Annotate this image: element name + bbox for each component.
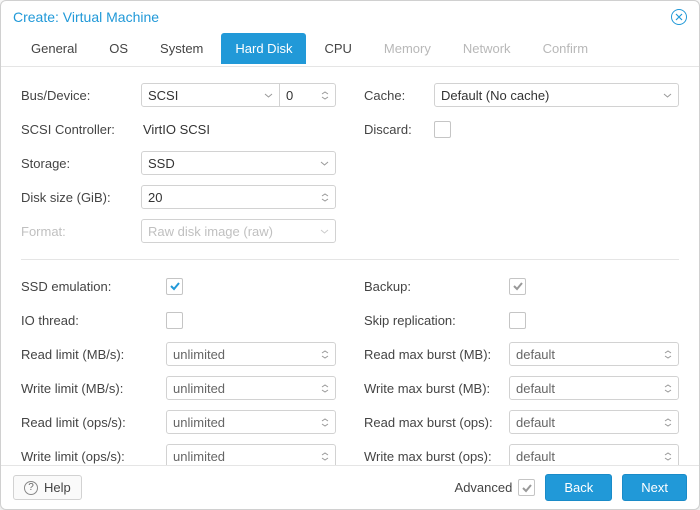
read-limit-mb-value: unlimited (173, 347, 225, 362)
bus-device-type-select[interactable]: SCSI (141, 83, 280, 107)
disk-size-spinner[interactable]: 20 (141, 185, 336, 209)
create-vm-window: Create: Virtual Machine General OS Syste… (0, 0, 700, 510)
tab-general[interactable]: General (17, 33, 91, 66)
write-limit-mb-input[interactable]: unlimited (166, 376, 336, 400)
footer: ? Help Advanced Back Next (1, 465, 699, 509)
read-burst-mb-label: Read max burst (MB): (364, 347, 509, 362)
skip-replication-checkbox[interactable] (509, 312, 526, 329)
window-title: Create: Virtual Machine (13, 9, 159, 25)
cache-select[interactable]: Default (No cache) (434, 83, 679, 107)
backup-label: Backup: (364, 279, 509, 294)
read-limit-ops-input[interactable]: unlimited (166, 410, 336, 434)
disk-size-label: Disk size (GiB): (21, 190, 141, 205)
backup-checkbox[interactable] (509, 278, 526, 295)
read-limit-ops-value: unlimited (173, 415, 225, 430)
close-icon[interactable] (671, 9, 687, 25)
chevron-down-icon (320, 229, 329, 234)
read-burst-mb-value: default (516, 347, 555, 362)
help-icon: ? (24, 481, 38, 495)
write-burst-ops-label: Write max burst (ops): (364, 449, 509, 464)
format-select: Raw disk image (raw) (141, 219, 336, 243)
bus-device-number-value: 0 (286, 88, 293, 103)
chevron-down-icon (264, 93, 273, 98)
io-thread-checkbox[interactable] (166, 312, 183, 329)
back-button[interactable]: Back (545, 474, 612, 501)
storage-select[interactable]: SSD (141, 151, 336, 175)
tab-os[interactable]: OS (95, 33, 142, 66)
divider (21, 259, 679, 260)
advanced-toggle[interactable]: Advanced (455, 479, 536, 496)
spinner-arrows-icon (664, 384, 672, 393)
spinner-arrows-icon (321, 384, 329, 393)
cache-label: Cache: (364, 88, 434, 103)
write-burst-ops-value: default (516, 449, 555, 464)
discard-checkbox[interactable] (434, 121, 451, 138)
ssd-emulation-checkbox[interactable] (166, 278, 183, 295)
write-limit-ops-value: unlimited (173, 449, 225, 464)
read-limit-mb-input[interactable]: unlimited (166, 342, 336, 366)
format-value: Raw disk image (raw) (148, 224, 273, 239)
disk-size-value: 20 (148, 190, 162, 205)
spinner-arrows-icon (664, 418, 672, 427)
bus-device-type-value: SCSI (148, 88, 178, 103)
advanced-label: Advanced (455, 480, 513, 495)
tab-bar: General OS System Hard Disk CPU Memory N… (1, 29, 699, 67)
help-button[interactable]: ? Help (13, 475, 82, 500)
spinner-arrows-icon (664, 350, 672, 359)
spinner-arrows-icon (321, 452, 329, 461)
next-button[interactable]: Next (622, 474, 687, 501)
spinner-arrows-icon (321, 193, 329, 202)
skip-replication-label: Skip replication: (364, 313, 509, 328)
tab-memory: Memory (370, 33, 445, 66)
write-burst-mb-value: default (516, 381, 555, 396)
read-limit-ops-label: Read limit (ops/s): (21, 415, 166, 430)
tab-network: Network (449, 33, 525, 66)
spinner-arrows-icon (321, 91, 329, 100)
cache-value: Default (No cache) (441, 88, 549, 103)
format-label: Format: (21, 224, 141, 239)
chevron-down-icon (663, 93, 672, 98)
read-burst-ops-label: Read max burst (ops): (364, 415, 509, 430)
read-burst-ops-value: default (516, 415, 555, 430)
write-burst-mb-label: Write max burst (MB): (364, 381, 509, 396)
bus-device-label: Bus/Device: (21, 88, 141, 103)
write-burst-ops-input[interactable]: default (509, 444, 679, 465)
write-burst-mb-input[interactable]: default (509, 376, 679, 400)
storage-label: Storage: (21, 156, 141, 171)
scsi-controller-label: SCSI Controller: (21, 122, 141, 137)
tab-hard-disk[interactable]: Hard Disk (221, 33, 306, 64)
advanced-checkbox[interactable] (518, 479, 535, 496)
tab-cpu[interactable]: CPU (310, 33, 365, 66)
tab-system[interactable]: System (146, 33, 217, 66)
scsi-controller-value: VirtIO SCSI (141, 122, 336, 137)
read-burst-ops-input[interactable]: default (509, 410, 679, 434)
write-limit-ops-label: Write limit (ops/s): (21, 449, 166, 464)
storage-value: SSD (148, 156, 175, 171)
titlebar: Create: Virtual Machine (1, 1, 699, 29)
discard-label: Discard: (364, 122, 434, 137)
tab-confirm: Confirm (529, 33, 603, 66)
form-body: Bus/Device: SCSI 0 (1, 67, 699, 465)
spinner-arrows-icon (321, 418, 329, 427)
read-limit-mb-label: Read limit (MB/s): (21, 347, 166, 362)
bus-device-number-spinner[interactable]: 0 (280, 83, 336, 107)
help-label: Help (44, 480, 71, 495)
chevron-down-icon (320, 161, 329, 166)
write-limit-ops-input[interactable]: unlimited (166, 444, 336, 465)
spinner-arrows-icon (664, 452, 672, 461)
write-limit-mb-value: unlimited (173, 381, 225, 396)
write-limit-mb-label: Write limit (MB/s): (21, 381, 166, 396)
io-thread-label: IO thread: (21, 313, 166, 328)
ssd-emulation-label: SSD emulation: (21, 279, 166, 294)
spinner-arrows-icon (321, 350, 329, 359)
read-burst-mb-input[interactable]: default (509, 342, 679, 366)
